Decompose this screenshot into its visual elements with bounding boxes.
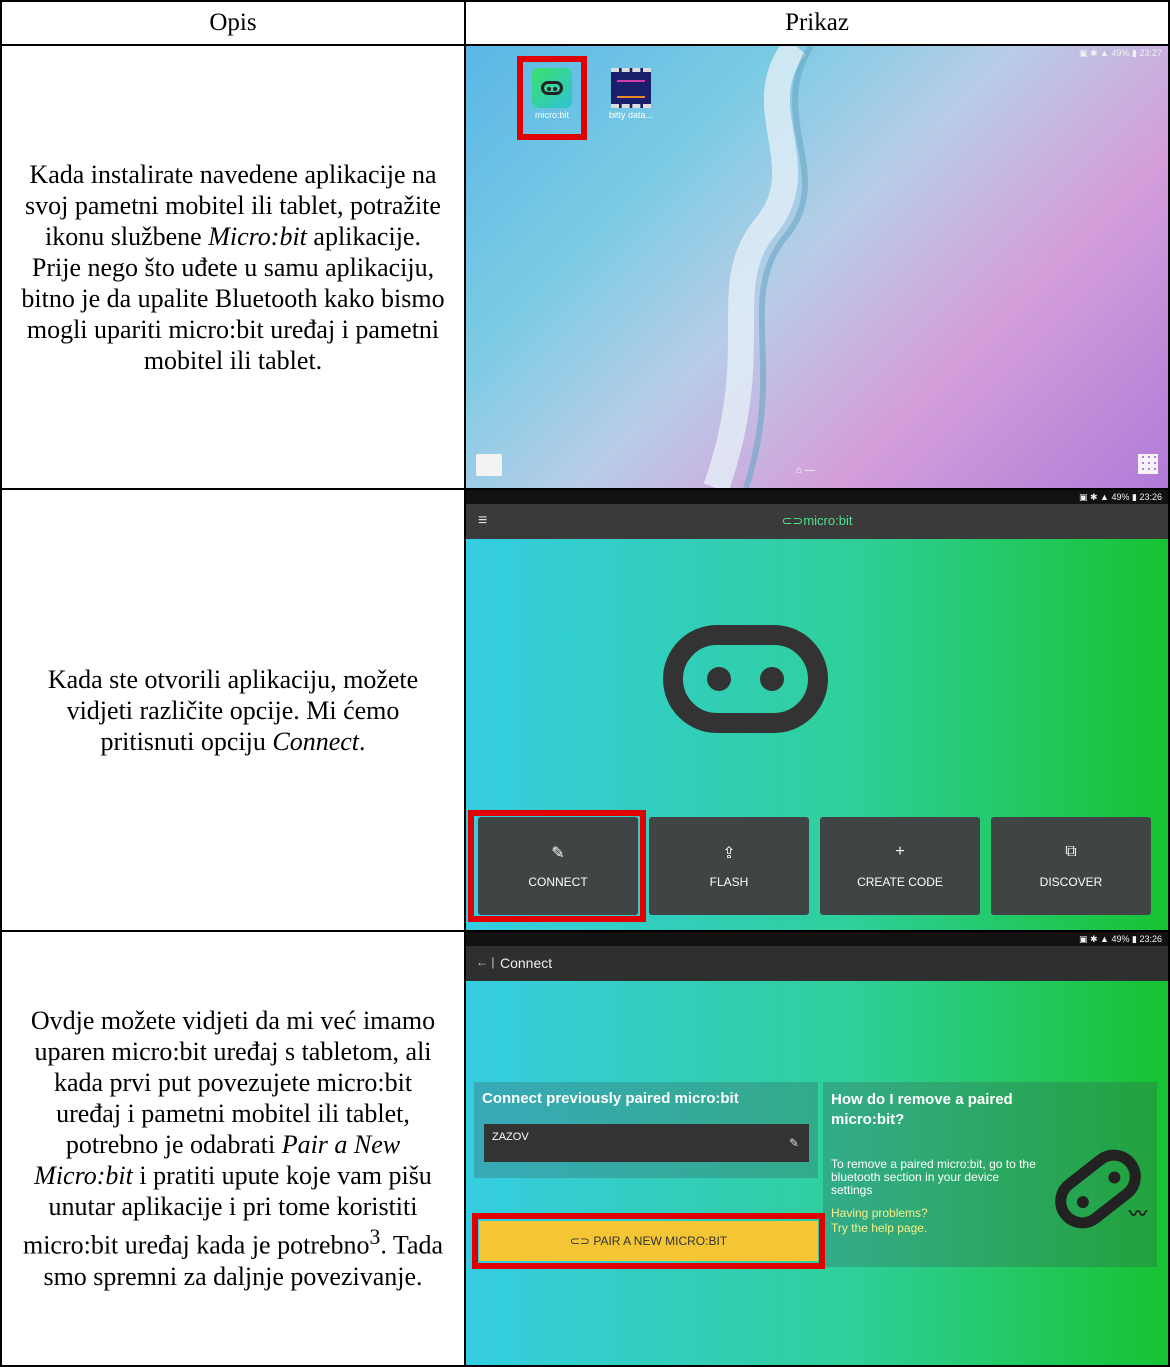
flash-button[interactable]: ⇪ FLASH xyxy=(649,817,809,915)
status-time: 23:26 xyxy=(1139,934,1162,944)
help-link-problems[interactable]: Having problems? xyxy=(831,1206,928,1221)
help-card: How do I remove a paired micro:bit? To r… xyxy=(823,1082,1157,1267)
help-body: To remove a paired micro:bit, go to the … xyxy=(831,1157,1036,1197)
status-bar: ▣ ✱ ▲ 49% ▮ 23:26 xyxy=(1079,934,1162,944)
battery-level: 49% xyxy=(1111,492,1130,502)
row-3-text: Ovdje možete vidjeti da mi već imamo upa… xyxy=(22,1006,444,1291)
discover-button[interactable]: ⧉ DISCOVER xyxy=(991,817,1151,915)
create-code-label: CREATE CODE xyxy=(857,875,943,889)
bitty-data-app-icon[interactable]: bitty data... xyxy=(600,68,662,120)
row-2-description: Kada ste otvorili aplikaciju, možete vid… xyxy=(2,490,464,930)
app-grid-icon[interactable] xyxy=(1138,454,1158,474)
wave-icon: 〰 xyxy=(1129,1204,1147,1224)
header-opis: Opis xyxy=(209,9,257,36)
folder-icon[interactable] xyxy=(476,454,502,476)
highlight-box xyxy=(472,1213,825,1269)
paired-devices-heading: Connect previously paired micro:bit xyxy=(482,1090,739,1107)
page-title: Connect xyxy=(500,955,553,971)
row-2-text: Kada ste otvorili aplikaciju, možete vid… xyxy=(47,664,419,756)
paired-device-item[interactable]: ZAZOV ✎ xyxy=(484,1124,809,1162)
highlight-box xyxy=(468,810,646,922)
flash-label: FLASH xyxy=(709,875,749,889)
back-arrow-icon[interactable]: ← | xyxy=(476,955,494,969)
status-time: 23:26 xyxy=(1139,492,1162,502)
battery-level: 49% xyxy=(1111,934,1130,944)
app-bar: ≡ ⊂⊃micro:bit xyxy=(466,504,1168,539)
instruction-table: Opis Prikaz Kada instalirate navedene ap… xyxy=(0,0,1170,1367)
system-status-bar xyxy=(466,932,1168,946)
paired-devices-card: Connect previously paired micro:bit ZAZO… xyxy=(474,1082,818,1178)
help-heading: How do I remove a paired micro:bit? xyxy=(831,1091,1013,1128)
connect-screen-screenshot: ▣ ✱ ▲ 49% ▮ 23:26 ← | Connect Connect pr… xyxy=(466,932,1168,1365)
upload-icon: ⇪ xyxy=(722,845,736,862)
system-status-bar xyxy=(466,490,1168,504)
plug-icon: ✎ xyxy=(788,1136,799,1150)
plus-icon: + xyxy=(895,843,905,860)
app-bar: ← | Connect xyxy=(466,946,1168,981)
header-prikaz: Prikaz xyxy=(785,9,849,36)
device-name: ZAZOV xyxy=(492,1131,529,1143)
help-links[interactable]: Having problems? Try the help page. xyxy=(831,1206,928,1236)
home-screen-screenshot: ▣ ✱ ▲ 49% ▮ 23:27 micro:bit bitty data..… xyxy=(466,46,1168,488)
row-3-description: Ovdje možete vidjeti da mi već imamo upa… xyxy=(2,932,464,1365)
bitty-data-app-label: bitty data... xyxy=(608,110,654,120)
discover-label: DISCOVER xyxy=(1039,875,1103,889)
help-link-page[interactable]: Try the help page. xyxy=(831,1221,928,1236)
highlight-box xyxy=(517,56,587,140)
external-link-icon: ⧉ xyxy=(1065,843,1077,860)
microbit-app-screenshot: ▣ ✱ ▲ 49% ▮ 23:26 ≡ ⊂⊃micro:bit ✎ CONNEC… xyxy=(466,490,1168,930)
status-bar: ▣ ✱ ▲ 49% ▮ 23:27 xyxy=(1079,48,1162,58)
row-1-text: Kada instalirate navedene aplikacije na … xyxy=(21,159,445,375)
status-bar: ▣ ✱ ▲ 49% ▮ 23:26 xyxy=(1079,492,1162,502)
create-code-button[interactable]: + CREATE CODE xyxy=(820,817,980,915)
brand-logo: ⊂⊃micro:bit xyxy=(781,513,853,528)
status-time: 23:27 xyxy=(1139,48,1162,58)
home-indicator-icon: ⌂ — xyxy=(796,465,815,476)
row-1-description: Kada instalirate navedene aplikacije na … xyxy=(2,46,464,488)
battery-level: 49% xyxy=(1111,48,1130,58)
